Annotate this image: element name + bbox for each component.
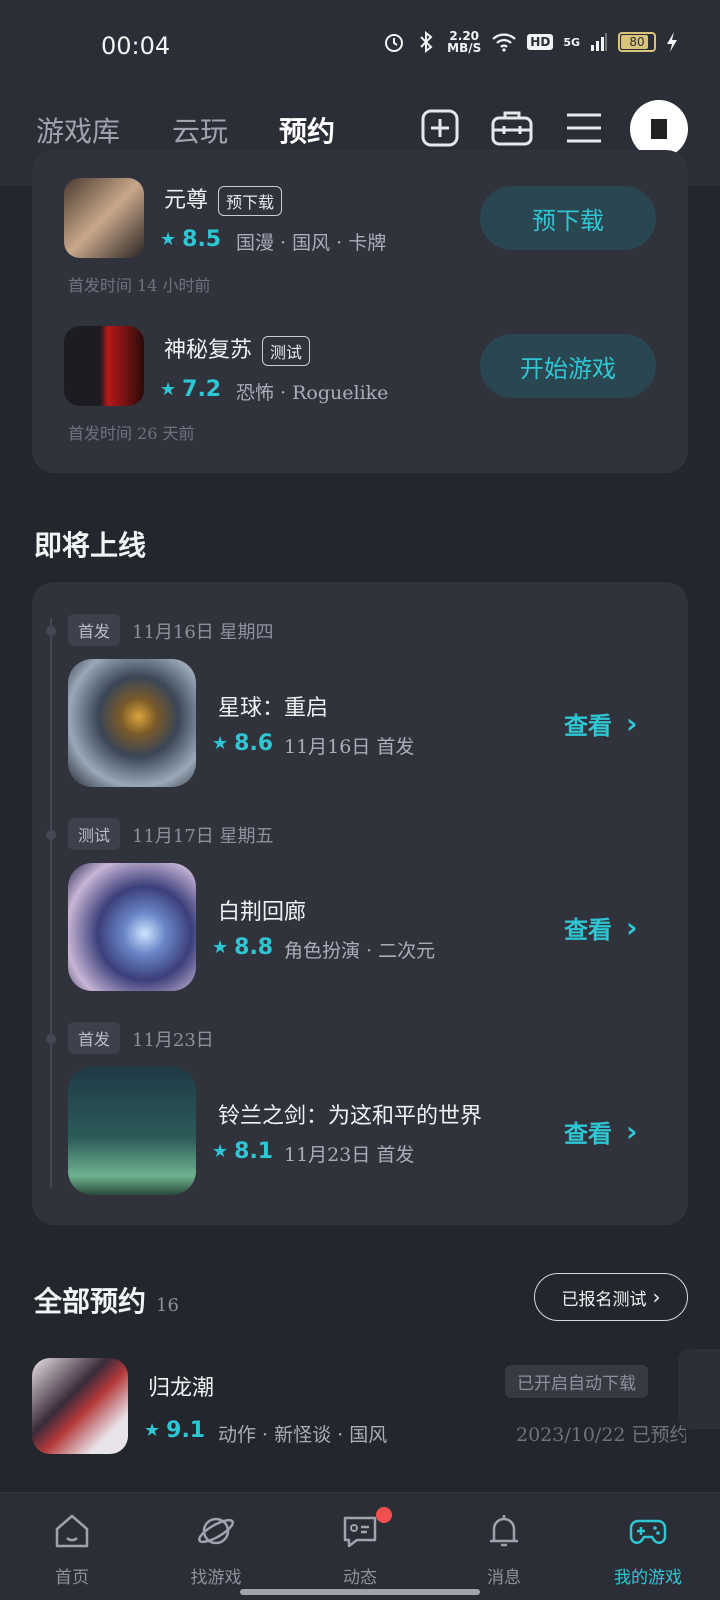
bottom-nav-home[interactable]: 首页: [0, 1493, 144, 1600]
start-game-button[interactable]: 开始游戏: [480, 334, 656, 398]
release-date: 11月16日 星期四: [132, 622, 274, 643]
game-name: 神秘复苏 测试: [164, 332, 311, 366]
chevron-right-icon: ›: [626, 911, 638, 944]
game-meta: 11月16日 首发: [284, 736, 415, 758]
pre-download-button[interactable]: 预下载: [480, 186, 656, 250]
star-icon: ★: [212, 1141, 229, 1162]
toolbox-icon[interactable]: [490, 108, 534, 148]
game-rating: ★ 8.1: [212, 1139, 274, 1164]
tab-reservations[interactable]: 预约: [279, 110, 335, 150]
bottom-nav-messages[interactable]: 消息: [432, 1493, 576, 1600]
timeline-dot: [46, 830, 56, 840]
reserved-date: 2023/10/22 已预约: [516, 1424, 686, 1446]
home-icon: [55, 1514, 89, 1548]
wifi-icon: [492, 33, 517, 52]
signal-icon: [591, 33, 607, 51]
game-icon-linglan[interactable]: [68, 1067, 196, 1195]
registered-test-filter-button[interactable]: 已报名测试 ›: [534, 1273, 688, 1321]
game-icon-yuanzun[interactable]: [64, 178, 144, 258]
view-button[interactable]: 查看 ›: [564, 1114, 638, 1149]
game-genres: 动作 · 新怪谈 · 国风: [218, 1424, 388, 1446]
game-rating: ★ 7.2: [160, 377, 222, 402]
timeline-dot: [46, 626, 56, 636]
timeline-dot: [46, 1034, 56, 1044]
release-date: 11月23日: [132, 1030, 214, 1051]
notification-dot: [376, 1507, 392, 1523]
alarm-icon: [385, 34, 404, 52]
game-name: 星球：重启: [218, 696, 329, 721]
release-type-badge: 首发: [68, 1022, 121, 1054]
tab-cloud-play[interactable]: 云玩: [172, 110, 228, 150]
game-rating: ★ 8.5: [160, 227, 222, 252]
bottom-nav-feed[interactable]: 动态: [288, 1493, 432, 1600]
game-rating: ★ 8.6: [212, 731, 274, 756]
signal-label: 5G: [563, 35, 580, 49]
game-name: 铃兰之剑：为这和平的世界: [218, 1104, 483, 1129]
all-reservations-title: 全部预约 16: [34, 1285, 179, 1318]
gamepad-icon: [629, 1519, 667, 1544]
side-action-tab[interactable]: [678, 1349, 720, 1429]
home-indicator[interactable]: [240, 1589, 480, 1595]
release-info: 首发时间 14 小时前: [68, 276, 211, 295]
game-tag: 测试: [262, 336, 311, 366]
battery-indicator: 80: [618, 32, 656, 52]
game-name: 元尊 预下载: [164, 182, 283, 216]
status-bar: 00:04 2.20 MB/S HD 5G 80: [0, 0, 720, 90]
reservation-count: 16: [156, 1295, 179, 1316]
release-date: 11月17日 星期五: [132, 826, 274, 847]
view-button[interactable]: 查看 ›: [564, 706, 638, 741]
bluetooth-icon: [420, 31, 433, 53]
game-name: 归龙潮: [148, 1376, 215, 1401]
status-icons: 2.20 MB/S HD 5G 80: [383, 30, 678, 54]
chevron-right-icon: ›: [626, 707, 638, 740]
planet-icon: [198, 1517, 234, 1545]
star-icon: ★: [144, 1420, 161, 1441]
bell-icon: [490, 1515, 518, 1547]
game-meta: 角色扮演 · 二次元: [284, 940, 436, 962]
hd-badge: HD: [527, 34, 554, 50]
game-rating: ★ 8.8: [212, 935, 274, 960]
star-icon: ★: [160, 379, 177, 400]
menu-icon[interactable]: [564, 108, 604, 148]
game-icon-guilongchao[interactable]: [32, 1358, 128, 1454]
release-type-badge: 首发: [68, 614, 121, 646]
bottom-nav-my-games[interactable]: 我的游戏: [576, 1493, 720, 1600]
game-tag: 预下载: [218, 186, 283, 216]
star-icon: ★: [160, 229, 177, 250]
add-icon[interactable]: [420, 108, 460, 148]
status-time: 00:04: [101, 32, 171, 60]
timeline-line: [50, 618, 52, 1188]
view-button[interactable]: 查看 ›: [564, 910, 638, 945]
upcoming-title: 即将上线: [34, 529, 147, 562]
net-speed: 2.20 MB/S: [447, 29, 482, 55]
game-rating: ★ 9.1: [144, 1418, 206, 1443]
auto-download-badge: 已开启自动下载: [505, 1365, 648, 1398]
game-icon-baijing[interactable]: [68, 863, 196, 991]
game-icon-shenmifusu[interactable]: [64, 326, 144, 406]
star-icon: ★: [212, 937, 229, 958]
release-info: 首发时间 26 天前: [68, 424, 195, 443]
star-icon: ★: [212, 733, 229, 754]
game-genres: 恐怖 · Roguelike: [236, 382, 389, 404]
chevron-right-icon: ›: [626, 1115, 638, 1148]
bottom-nav: 首页 找游戏 动态 消息 我的游戏: [0, 1492, 720, 1600]
chevron-right-icon: ›: [652, 1285, 661, 1309]
chat-icon: [343, 1516, 377, 1548]
game-name: 白荆回廊: [218, 900, 307, 925]
tab-game-library[interactable]: 游戏库: [36, 110, 120, 150]
game-genres: 国漫 · 国风 · 卡牌: [236, 232, 387, 254]
bottom-nav-find-games[interactable]: 找游戏: [144, 1493, 288, 1600]
release-type-badge: 测试: [68, 818, 121, 850]
charging-icon: [667, 32, 677, 52]
game-icon-xingqiu[interactable]: [68, 659, 196, 787]
game-meta: 11月23日 首发: [284, 1144, 415, 1166]
